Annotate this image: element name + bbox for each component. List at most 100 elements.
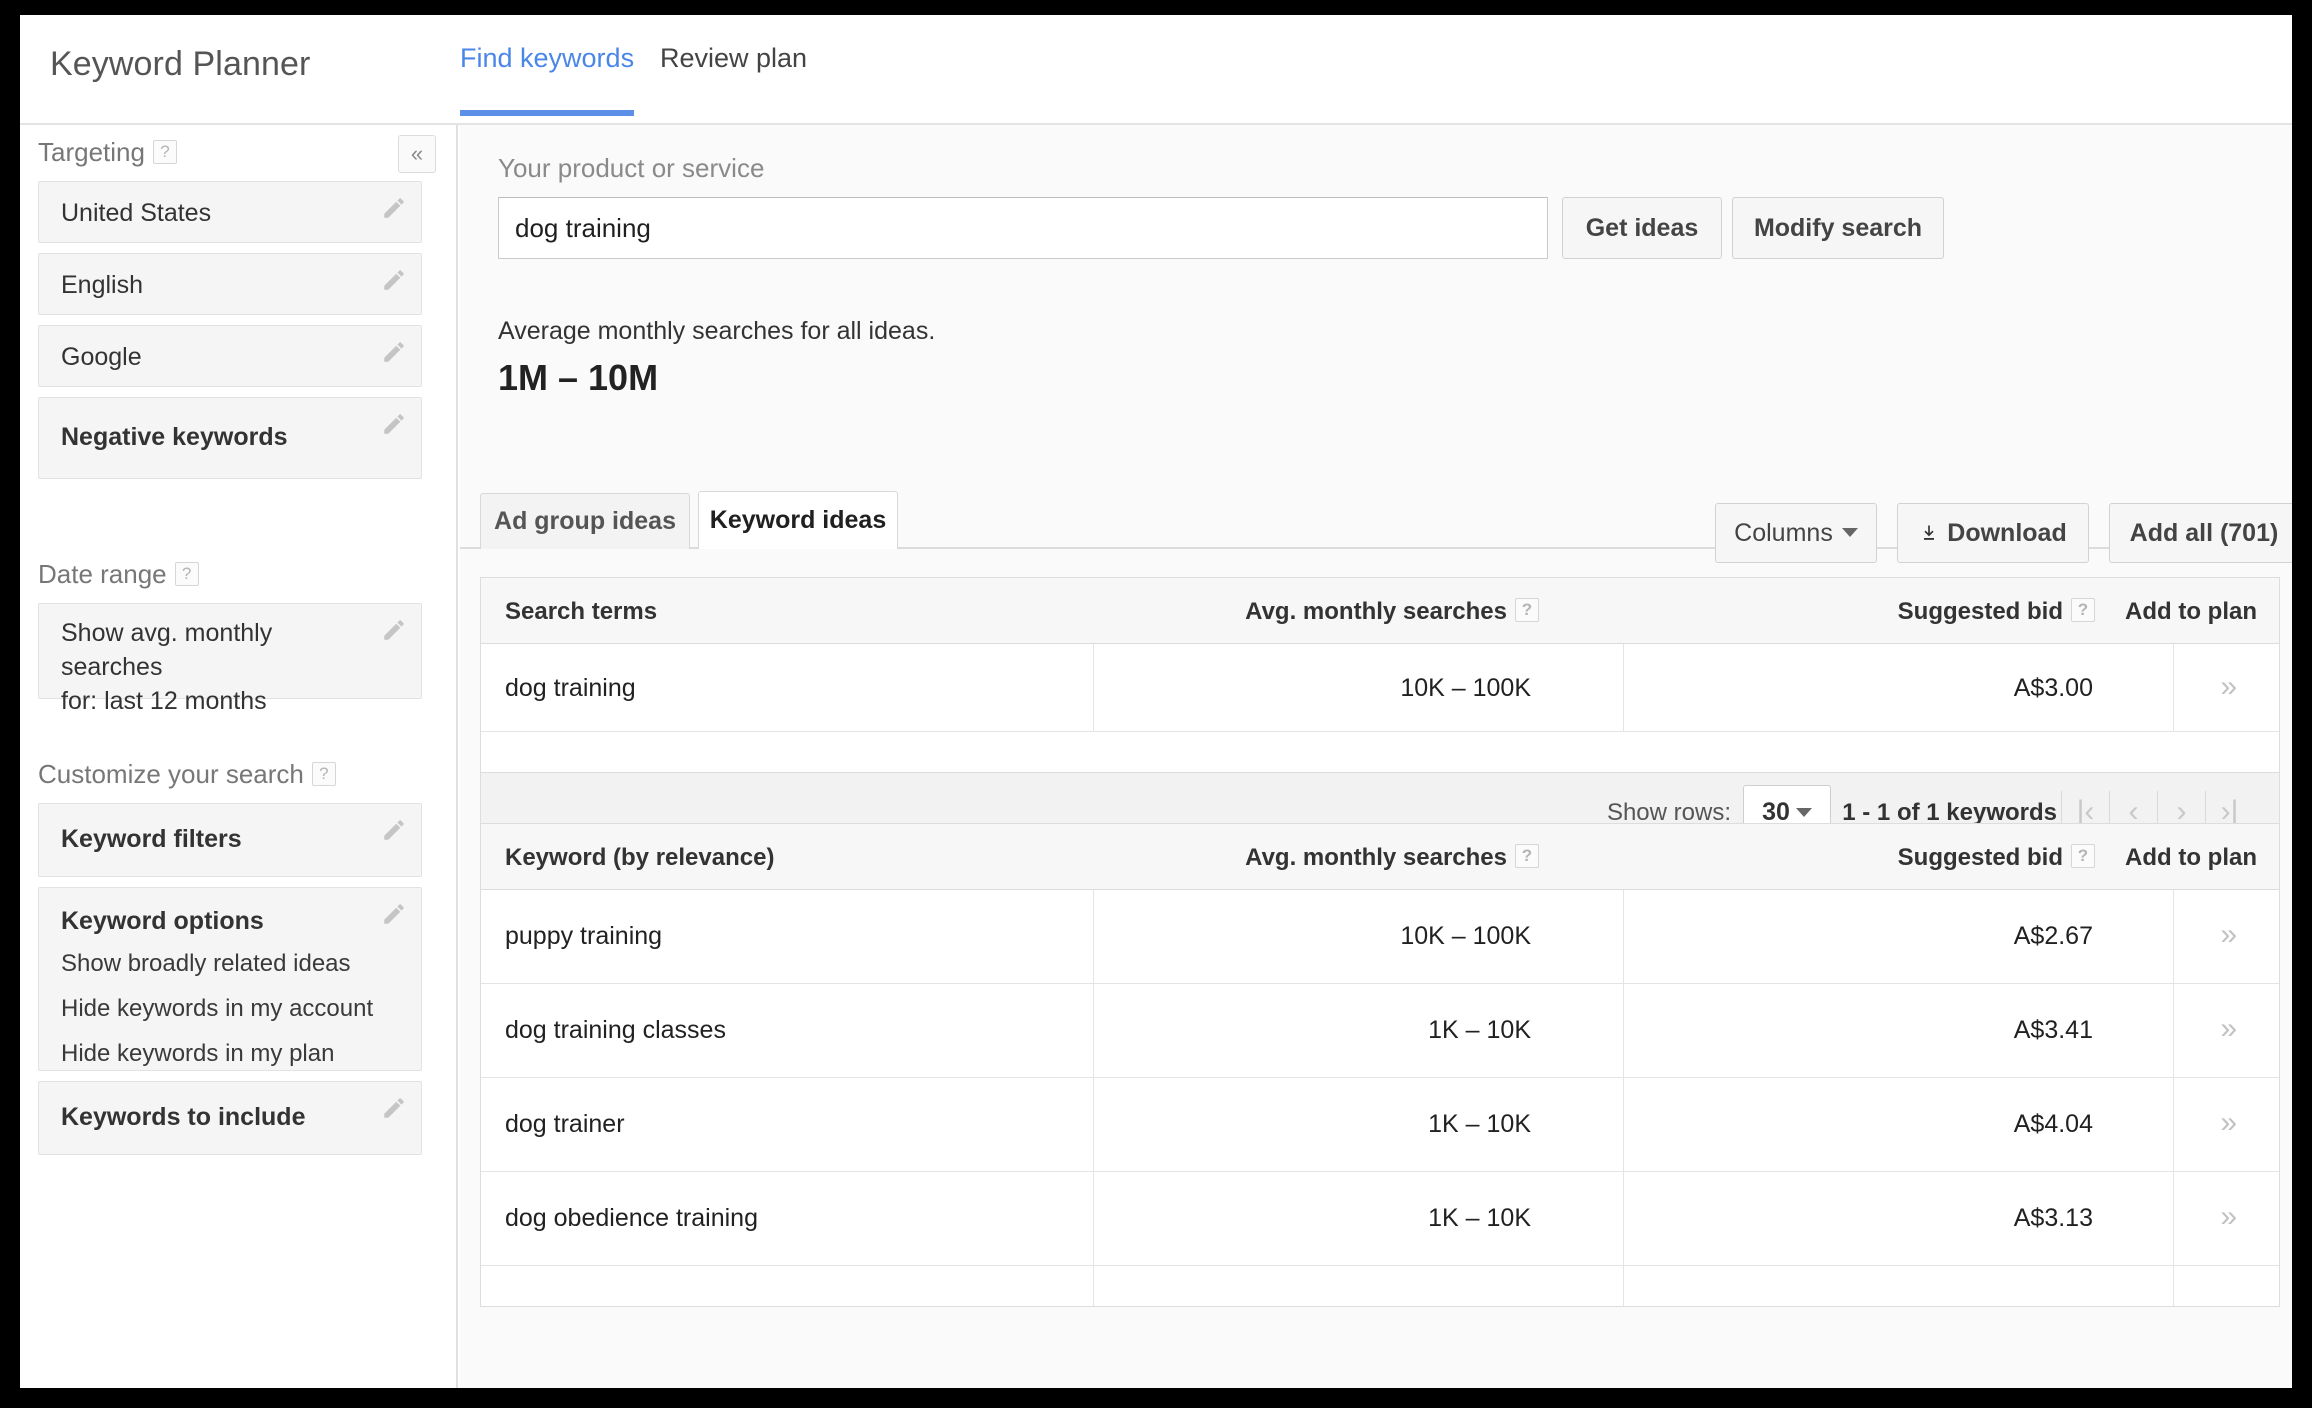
avg-searches-help-icon[interactable]: ? [1515,598,1539,622]
column-divider [2173,984,2174,1077]
add-to-plan-icon[interactable]: » [2220,1012,2237,1046]
column-divider [1093,984,1094,1077]
edit-pencil-icon[interactable] [381,817,407,843]
tab-find-keywords[interactable]: Find keywords [460,43,635,116]
sidebar-item-keyword-filters[interactable]: Keyword filters [38,803,422,877]
sidebar-item-label: United States [61,199,212,227]
avg-searches-help-icon[interactable]: ? [1515,844,1539,868]
edit-pencil-icon[interactable] [381,411,407,437]
column-header-suggested-bid: Suggested bid? [1898,598,2095,626]
add-to-plan-icon[interactable]: » [2220,918,2237,952]
customize-search-help-icon[interactable]: ? [311,762,336,786]
table-header-row: Search terms Avg. monthly searches? Sugg… [481,578,2279,644]
tab-review-plan[interactable]: Review plan [660,43,807,114]
suggested-bid-help-icon[interactable]: ? [2071,844,2095,868]
column-header-search-terms: Search terms [505,598,658,625]
table-row-partial[interactable] [481,1266,2279,1306]
table-header-row: Keyword (by relevance) Avg. monthly sear… [481,824,2279,890]
search-terms-table: Search terms Avg. monthly searches? Sugg… [480,577,2280,851]
add-to-plan-icon[interactable]: » [2220,1200,2237,1234]
column-header-keyword: Keyword (by relevance) [505,844,775,871]
search-input[interactable] [498,197,1548,259]
sidebar-item-united-states[interactable]: United States [38,181,422,243]
edit-pencil-icon[interactable] [381,339,407,365]
average-searches-value: 1M – 10M [498,357,659,398]
column-divider [2173,1078,2174,1171]
column-divider [1093,644,1094,731]
cell-avg-searches: 1K – 10K [1428,1110,1531,1138]
cell-suggested-bid: A$3.41 [2013,1016,2093,1044]
sidebar-item-english[interactable]: English [38,253,422,315]
add-all-button[interactable]: Add all (701) [2109,503,2292,563]
double-chevron-left-icon: « [410,141,424,166]
modify-search-button[interactable]: Modify search [1732,197,1944,259]
table-row[interactable]: dog obedience training 1K – 10K A$3.13 » [481,1172,2279,1266]
add-to-plan-icon[interactable]: » [2220,670,2237,704]
edit-pencil-icon[interactable] [381,267,407,293]
columns-button-label: Columns [1734,518,1833,547]
sidebar-item-label: Keyword filters [61,825,242,853]
cell-keyword: puppy training [505,922,663,950]
column-divider [1093,1172,1094,1265]
edit-pencil-icon[interactable] [381,901,407,927]
column-header-avg-monthly-searches: Avg. monthly searches? [1245,844,1539,872]
sidebar-item-label: Show avg. monthly searches for: last 12 … [61,619,273,715]
sidebar-item-label: Negative keywords [61,423,288,451]
get-ideas-button[interactable]: Get ideas [1562,197,1722,259]
cell-suggested-bid: A$3.00 [2013,674,2093,702]
sidebar-section-date-range-title: Date range? [38,559,199,590]
cell-avg-searches: 1K – 10K [1428,1016,1531,1044]
cell-keyword: dog obedience training [505,1204,758,1232]
cell-suggested-bid: A$3.13 [2013,1204,2093,1232]
targeting-help-icon[interactable]: ? [152,140,177,164]
column-divider [1623,890,1624,983]
sidebar-item-google[interactable]: Google [38,325,422,387]
edit-pencil-icon[interactable] [381,617,407,643]
tab-keyword-ideas[interactable]: Keyword ideas [698,491,898,549]
download-button[interactable]: Download [1897,503,2089,563]
sidebar-section-customize-title: Customize your search? [38,759,336,790]
date-range-help-icon[interactable]: ? [174,562,199,586]
cell-keyword: dog training [505,674,636,702]
sidebar-item-negative-keywords[interactable]: Negative keywords [38,397,422,479]
sidebar-item-date-range[interactable]: Show avg. monthly searches for: last 12 … [38,603,422,715]
keyword-option-hide-in-plan[interactable]: Hide keywords in my plan [61,1040,334,1068]
table-row[interactable]: dog training 10K – 100K A$3.00 » [481,644,2279,732]
column-divider [1623,644,1624,731]
table-row[interactable]: dog trainer 1K – 10K A$4.04 » [481,1078,2279,1172]
cell-keyword: dog training classes [505,1016,726,1044]
sidebar-item-label: Keywords to include [61,1103,306,1131]
download-icon [1924,525,1935,540]
collapse-sidebar-button[interactable]: « [398,135,436,173]
page-title: Keyword Planner [50,45,311,83]
table-row[interactable]: puppy training 10K – 100K A$2.67 » [481,890,2279,984]
table-row[interactable]: dog training classes 1K – 10K A$3.41 » [481,984,2279,1078]
suggested-bid-help-icon[interactable]: ? [2071,598,2095,622]
keyword-option-hide-in-account[interactable]: Hide keywords in my account [61,995,373,1023]
sidebar-item-keyword-options[interactable]: Keyword options Show broadly related ide… [38,887,422,1071]
column-divider [1623,984,1624,1077]
column-divider [2173,1172,2174,1265]
column-divider [1623,1266,1624,1306]
column-divider [2173,1266,2174,1306]
column-divider [2173,644,2174,731]
sidebar-section-targeting-title: Targeting? [38,137,177,168]
column-header-avg-monthly-searches: Avg. monthly searches? [1245,598,1539,626]
sidebar-item-keywords-to-include[interactable]: Keywords to include [38,1081,422,1155]
columns-button[interactable]: Columns [1715,503,1877,563]
sidebar-item-label: Keyword options [61,907,264,935]
add-to-plan-icon[interactable]: » [2220,1106,2237,1140]
edit-pencil-icon[interactable] [381,195,407,221]
customize-search-label: Customize your search [38,759,304,789]
column-divider [1093,1266,1094,1306]
keyword-option-broadly-related[interactable]: Show broadly related ideas [61,950,351,978]
targeting-label: Targeting [38,137,145,167]
tab-ad-group-ideas[interactable]: Ad group ideas [480,493,690,549]
column-divider [1093,890,1094,983]
chevron-down-icon [1795,808,1812,817]
cell-keyword: dog trainer [505,1110,625,1138]
edit-pencil-icon[interactable] [381,1095,407,1121]
average-searches-caption: Average monthly searches for all ideas. [498,317,936,345]
date-range-label: Date range [38,559,167,589]
cell-avg-searches: 10K – 100K [1400,674,1531,702]
